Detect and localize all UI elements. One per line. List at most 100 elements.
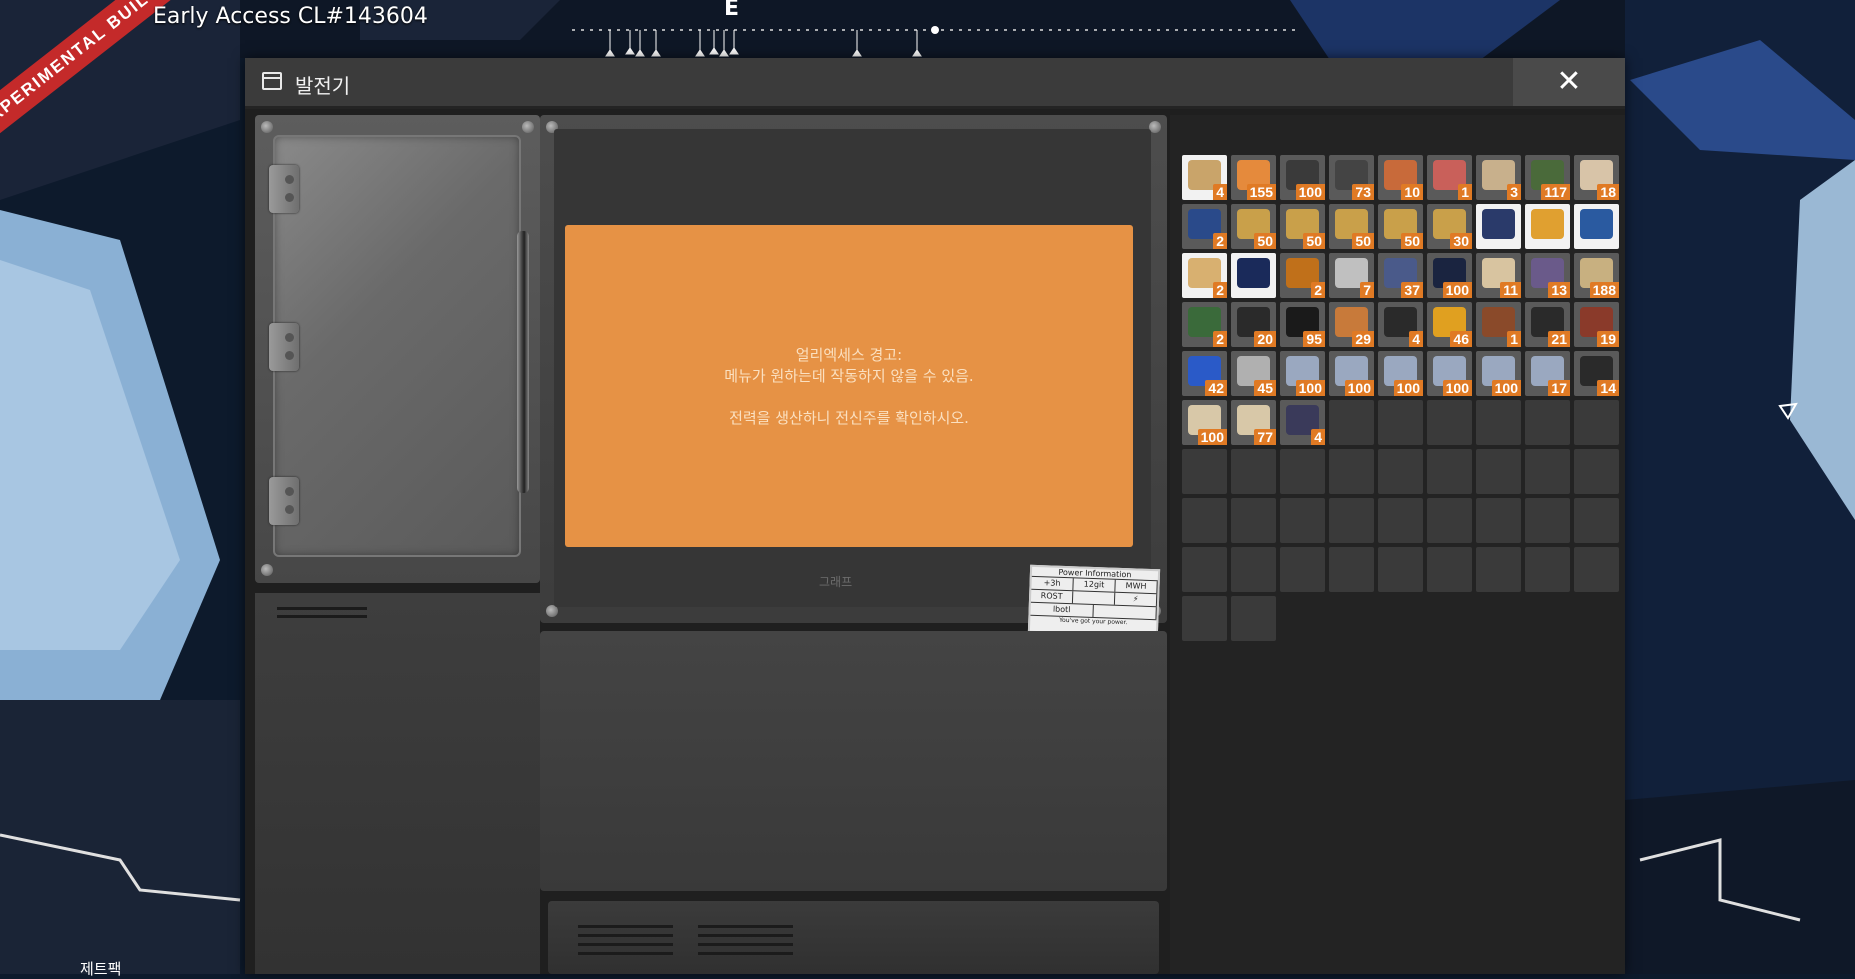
inventory-slot-empty[interactable]	[1427, 449, 1472, 494]
inventory-slot-empty[interactable]	[1574, 449, 1619, 494]
inventory-slot-empty[interactable]	[1427, 547, 1472, 592]
close-button[interactable]: ✕	[1513, 58, 1625, 106]
inventory-slot[interactable]: 100	[1280, 351, 1325, 396]
inventory-slot-empty[interactable]	[1182, 596, 1227, 641]
inventory-slot-empty[interactable]	[1182, 498, 1227, 543]
inventory-slot-empty[interactable]	[1427, 498, 1472, 543]
inventory-slot[interactable]	[1231, 253, 1276, 298]
inventory-slot-empty[interactable]	[1231, 547, 1276, 592]
inventory-slot[interactable]: 2	[1182, 204, 1227, 249]
inventory-slot-empty[interactable]	[1476, 547, 1521, 592]
inventory-slot[interactable]: 50	[1329, 204, 1374, 249]
inventory-slot-empty[interactable]	[1329, 400, 1374, 445]
inventory-slot-empty[interactable]	[1525, 400, 1570, 445]
inventory-slot[interactable]: 2	[1182, 253, 1227, 298]
inventory-slot-empty[interactable]	[1378, 400, 1423, 445]
inventory-slot[interactable]: 29	[1329, 302, 1374, 347]
inventory-slot-empty[interactable]	[1231, 449, 1276, 494]
inventory-slot-empty[interactable]	[1231, 498, 1276, 543]
inventory-slot-empty[interactable]	[1574, 547, 1619, 592]
inventory-slot[interactable]: 100	[1427, 253, 1472, 298]
inventory-slot-empty[interactable]	[1525, 498, 1570, 543]
item-quantity: 100	[1491, 380, 1521, 396]
inventory-slot[interactable]: 155	[1231, 155, 1276, 200]
inventory-slot[interactable]: 2	[1182, 302, 1227, 347]
inventory-slot-empty[interactable]	[1378, 498, 1423, 543]
inventory-slot[interactable]: 100	[1182, 400, 1227, 445]
inventory-slot-empty[interactable]	[1329, 498, 1374, 543]
inventory-slot-empty[interactable]	[1525, 547, 1570, 592]
inventory-slot[interactable]: 100	[1476, 351, 1521, 396]
inventory-slot[interactable]: 14	[1574, 351, 1619, 396]
inventory-slot[interactable]: 95	[1280, 302, 1325, 347]
item-quantity: 4	[1409, 331, 1423, 347]
inventory-slot-empty[interactable]	[1476, 400, 1521, 445]
inventory-slot[interactable]	[1525, 204, 1570, 249]
inventory-slot[interactable]: 19	[1574, 302, 1619, 347]
inventory-slot[interactable]: 3	[1476, 155, 1521, 200]
item-quantity: 46	[1450, 331, 1472, 347]
inventory-slot-empty[interactable]	[1378, 449, 1423, 494]
inventory-slot[interactable]: 4	[1280, 400, 1325, 445]
inventory-slot[interactable]: 50	[1378, 204, 1423, 249]
inventory-slot[interactable]: 188	[1574, 253, 1619, 298]
inventory-slot[interactable]	[1574, 204, 1619, 249]
item-quantity: 2	[1311, 282, 1325, 298]
inventory-slot-empty[interactable]	[1427, 400, 1472, 445]
inventory-slot[interactable]: 1	[1476, 302, 1521, 347]
inventory-slot[interactable]: 37	[1378, 253, 1423, 298]
inventory-slot[interactable]: 77	[1231, 400, 1276, 445]
inventory-slot[interactable]: 4	[1378, 302, 1423, 347]
inventory-slot[interactable]: 1	[1427, 155, 1472, 200]
inventory-slot-empty[interactable]	[1182, 449, 1227, 494]
inventory-slot[interactable]: 100	[1427, 351, 1472, 396]
item-quantity: 100	[1295, 380, 1325, 396]
inventory-slot-empty[interactable]	[1378, 547, 1423, 592]
window-titlebar: 발전기 ✕	[245, 58, 1625, 109]
inventory-slot[interactable]: 7	[1329, 253, 1374, 298]
inventory-slot[interactable]: 4	[1182, 155, 1227, 200]
inventory-slot[interactable]: 11	[1476, 253, 1521, 298]
inventory-slot[interactable]: 45	[1231, 351, 1276, 396]
inventory-slot[interactable]: 2	[1280, 253, 1325, 298]
inventory-slot-empty[interactable]	[1231, 596, 1276, 641]
inventory-slot-empty[interactable]	[1574, 400, 1619, 445]
inventory-slot-empty[interactable]	[1182, 547, 1227, 592]
inventory-slot[interactable]: 100	[1329, 351, 1374, 396]
item-quantity: 100	[1393, 380, 1423, 396]
inventory-slot[interactable]: 46	[1427, 302, 1472, 347]
inventory-slot-empty[interactable]	[1476, 498, 1521, 543]
door-handle	[517, 231, 529, 493]
item-quantity: 100	[1344, 380, 1374, 396]
warning-line: 메뉴가 원하는데 작동하지 않을 수 있음.	[724, 367, 974, 385]
inventory-slot[interactable]: 18	[1574, 155, 1619, 200]
inventory-slot[interactable]: 117	[1525, 155, 1570, 200]
inventory-slot-empty[interactable]	[1329, 449, 1374, 494]
inventory-slot[interactable]: 10	[1378, 155, 1423, 200]
inventory-slot-empty[interactable]	[1574, 498, 1619, 543]
inventory-slot-empty[interactable]	[1280, 498, 1325, 543]
inventory-slot[interactable]: 73	[1329, 155, 1374, 200]
vent-slot	[698, 943, 793, 946]
inventory-slot[interactable]: 100	[1378, 351, 1423, 396]
graph-label: 그래프	[819, 575, 853, 589]
inventory-slot[interactable]: 50	[1231, 204, 1276, 249]
inventory-slot[interactable]: 30	[1427, 204, 1472, 249]
window-icon	[262, 72, 282, 90]
inventory-slot-empty[interactable]	[1476, 449, 1521, 494]
inventory-slot[interactable]: 100	[1280, 155, 1325, 200]
inventory-slot-empty[interactable]	[1525, 449, 1570, 494]
inventory-slot-empty[interactable]	[1280, 547, 1325, 592]
inventory-slot-empty[interactable]	[1280, 449, 1325, 494]
inventory-slot[interactable]: 21	[1525, 302, 1570, 347]
inventory-slot[interactable]: 17	[1525, 351, 1570, 396]
inventory-slot[interactable]: 42	[1182, 351, 1227, 396]
inventory-slot[interactable]	[1476, 204, 1521, 249]
item-quantity: 95	[1303, 331, 1325, 347]
inventory-slot[interactable]: 13	[1525, 253, 1570, 298]
inventory-slot[interactable]: 20	[1231, 302, 1276, 347]
inventory-slot-empty[interactable]	[1329, 547, 1374, 592]
build-version-label: Early Access CL#143604	[153, 4, 428, 29]
inventory-slot[interactable]: 50	[1280, 204, 1325, 249]
item-quantity: 29	[1352, 331, 1374, 347]
